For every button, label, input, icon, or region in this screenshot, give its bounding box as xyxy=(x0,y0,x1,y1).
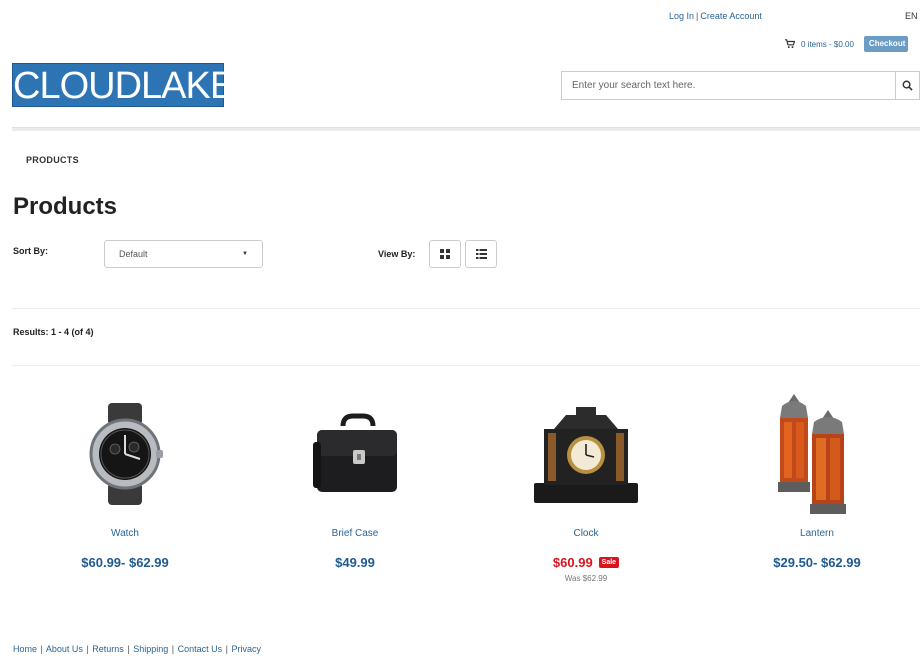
product-price-sale: $60.99 Sale xyxy=(552,555,620,570)
header-divider xyxy=(12,127,920,131)
product-card-watch: Watch $60.99- $62.99 xyxy=(25,390,225,570)
search-input[interactable] xyxy=(562,72,895,99)
divider xyxy=(12,308,920,309)
cart-icon[interactable] xyxy=(785,39,795,49)
list-icon xyxy=(475,249,487,259)
product-image-watch[interactable] xyxy=(25,390,225,518)
sale-badge: Sale xyxy=(598,557,620,568)
footer-link-privacy[interactable]: Privacy xyxy=(232,644,262,654)
footer-link-returns[interactable]: Returns xyxy=(92,644,124,654)
product-price: $60.99- $62.99 xyxy=(81,555,169,570)
search-bar xyxy=(561,71,920,100)
footer-link-shipping[interactable]: Shipping xyxy=(133,644,168,654)
grid-icon xyxy=(440,249,450,259)
chevron-down-icon: ▼ xyxy=(242,251,248,257)
sort-label: Sort By: xyxy=(13,246,49,256)
cart-summary[interactable]: 0 items - $0.00 xyxy=(801,40,854,49)
product-name[interactable]: Brief Case xyxy=(255,528,455,539)
link-separator: | xyxy=(40,644,43,654)
page-title: Products xyxy=(13,193,118,220)
was-price: Was $62.99 xyxy=(564,574,608,583)
list-view-button[interactable] xyxy=(465,240,497,268)
divider xyxy=(12,365,920,366)
grid-view-button[interactable] xyxy=(429,240,461,268)
product-image-clock[interactable] xyxy=(486,390,686,518)
link-separator: | xyxy=(225,644,228,654)
checkout-button[interactable]: Checkout xyxy=(863,36,908,52)
product-card-clock: Clock $60.99 Sale Was $62.99 xyxy=(486,390,686,583)
footer-link-about[interactable]: About Us xyxy=(46,644,83,654)
link-separator: | xyxy=(171,644,175,654)
product-name[interactable]: Lantern xyxy=(717,528,917,539)
watch-image xyxy=(89,403,163,505)
results-count: Results: 1 - 4 (of 4) xyxy=(13,327,94,337)
link-separator: | xyxy=(86,644,89,654)
product-card-briefcase: Brief Case $49.99 xyxy=(255,390,455,570)
product-image-lantern[interactable] xyxy=(717,390,917,518)
footer-link-home[interactable]: Home xyxy=(13,644,37,654)
search-icon xyxy=(902,80,913,91)
product-image-briefcase[interactable] xyxy=(255,390,455,518)
account-links: Log In | Create Account xyxy=(669,11,762,21)
sort-select[interactable]: Default ▼ xyxy=(104,240,263,268)
clock-image xyxy=(534,407,638,503)
link-separator: | xyxy=(127,644,130,654)
create-account-link[interactable]: Create Account xyxy=(700,11,762,21)
breadcrumb[interactable]: PRODUCTS xyxy=(26,155,79,165)
briefcase-image xyxy=(313,413,397,492)
product-name[interactable]: Watch xyxy=(25,528,225,539)
search-button[interactable] xyxy=(895,72,919,99)
product-price: $29.50- $62.99 xyxy=(773,555,861,570)
language-selector[interactable]: EN xyxy=(905,11,918,21)
login-link[interactable]: Log In xyxy=(669,11,694,21)
product-card-lantern: Lantern $29.50- $62.99 xyxy=(717,390,917,570)
lantern-image xyxy=(778,393,846,514)
footer-link-contact[interactable]: Contact Us xyxy=(178,644,223,654)
product-price: $49.99 xyxy=(335,555,375,570)
product-name[interactable]: Clock xyxy=(486,528,686,539)
site-logo[interactable]: CLOUDLAKE xyxy=(12,63,235,107)
cart-row: 0 items - $0.00 Checkout xyxy=(785,36,908,52)
link-separator: | xyxy=(696,11,699,21)
footer-links: Home | About Us | Returns | Shipping | C… xyxy=(13,644,261,654)
sale-price: $60.99 xyxy=(552,555,593,570)
sort-value: Default xyxy=(119,249,148,259)
view-label: View By: xyxy=(378,249,416,259)
